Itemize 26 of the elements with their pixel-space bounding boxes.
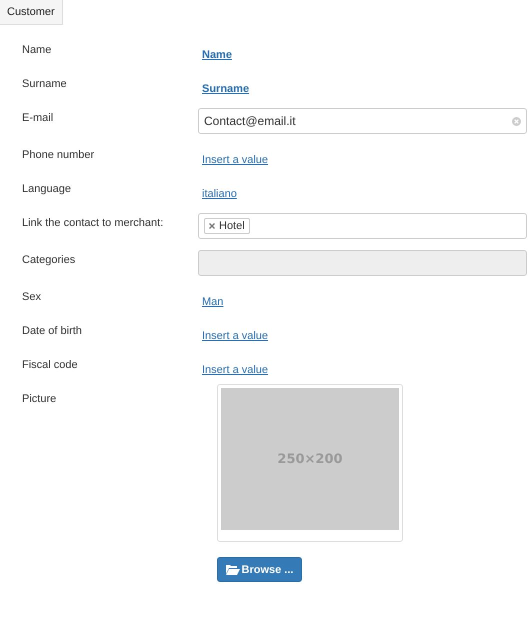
field-label: Categories [22, 254, 76, 266]
browse-button[interactable]: Browse ... [217, 557, 302, 582]
value-link[interactable]: Surname [202, 83, 250, 95]
remove-icon[interactable] [209, 223, 215, 229]
field-label: Picture [22, 393, 58, 405]
field-label: Surname [22, 78, 68, 90]
value-link[interactable]: Name [202, 49, 232, 61]
value-link[interactable]: Insert a value [202, 330, 268, 342]
folder-icon [226, 564, 240, 575]
field-label: Phone number [22, 149, 96, 161]
tab[interactable]: Customer [0, 0, 63, 25]
tag-chip[interactable]: Hotel [204, 218, 250, 234]
field-label: Language [22, 183, 72, 195]
tag-input-field[interactable]: Hotel [198, 213, 527, 239]
value-link[interactable]: Insert a value [202, 154, 268, 166]
value-link[interactable]: Insert a value [202, 364, 268, 376]
field-label: Link the contact to merchant: [22, 217, 164, 229]
input-field[interactable]: Contact@email.it [198, 108, 527, 134]
field-label: Fiscal code [22, 359, 79, 371]
field-label: Sex [22, 291, 42, 303]
field-label: Name [22, 44, 52, 56]
value-link[interactable]: Man [202, 296, 224, 308]
field-label: E-mail [22, 112, 54, 124]
clear-icon[interactable] [512, 116, 521, 126]
field-label: Date of birth [22, 325, 83, 337]
value-link[interactable]: italiano [202, 188, 237, 200]
